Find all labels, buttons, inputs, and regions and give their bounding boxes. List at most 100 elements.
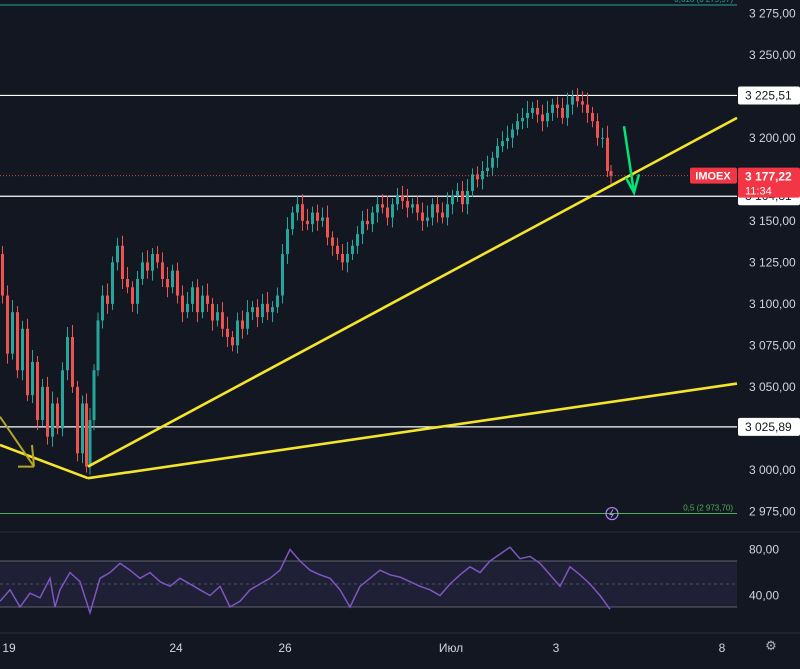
candle-body (591, 112, 594, 122)
candle-body (311, 212, 314, 225)
candle-body (96, 320, 100, 371)
candle-body (196, 287, 199, 313)
price-tick-label: 3 200,00 (749, 131, 796, 145)
chart-root[interactable]: 0,5 (2 973,70) 0,618 (3 279,97) 3 225,51 3 … (0, 0, 800, 664)
candle-body (126, 278, 129, 288)
candle-body (281, 254, 284, 296)
candle-body (6, 295, 9, 354)
candle-body (331, 237, 334, 246)
date-tick-label: 3 (553, 641, 560, 655)
candle-body (111, 262, 114, 304)
candle-body (56, 403, 59, 429)
candle-body (446, 204, 449, 218)
level-price-text: 3 025,89 (745, 420, 792, 434)
candle-body (491, 157, 494, 168)
candle-body (151, 254, 154, 271)
candle-body (361, 220, 364, 235)
candle-body (336, 245, 339, 255)
candle-body (216, 312, 219, 321)
candle-body (186, 303, 189, 313)
candle-body (266, 303, 269, 313)
candle-body (396, 195, 399, 205)
candle-body (426, 217, 429, 221)
candle-body (201, 295, 204, 313)
candle-body (136, 278, 139, 304)
candle-body (436, 204, 439, 213)
price-tick-label: 3 275,00 (749, 6, 796, 20)
candle-body (276, 295, 279, 308)
candle-body (291, 212, 294, 230)
candle-body (256, 307, 259, 318)
candle-body (496, 146, 499, 158)
gear-icon[interactable]: ⚙ (764, 640, 778, 654)
candle-body (456, 190, 459, 196)
candle-body (85, 403, 88, 467)
candle-body (46, 386, 49, 437)
candle-body (461, 190, 464, 205)
candle-body (566, 104, 569, 118)
candle-body (371, 212, 374, 225)
candle-body (556, 104, 559, 108)
candle-body (166, 278, 169, 288)
candle-body (1, 254, 4, 296)
candle-body (81, 403, 84, 454)
candle-body (411, 204, 414, 208)
candle-body (401, 195, 404, 201)
candle-body (156, 254, 159, 263)
candle-body (226, 328, 229, 338)
candle-body (516, 121, 519, 130)
candle-body (561, 107, 564, 118)
candle-body (141, 262, 144, 279)
candle-body (601, 137, 604, 139)
candle-body (171, 270, 174, 288)
candle-body (71, 337, 74, 387)
symbol-text: IMOEX (695, 171, 731, 183)
candle-body (61, 370, 64, 429)
candle-body (341, 254, 344, 263)
candle-body (241, 320, 244, 329)
candle-body (296, 204, 299, 213)
candle-body (609, 171, 613, 176)
date-tick-label: 19 (2, 641, 16, 655)
candle-body (161, 262, 164, 279)
candle-body (521, 117, 524, 122)
candle-body (406, 200, 409, 208)
candle-body (231, 337, 234, 346)
candle-body (271, 307, 274, 313)
price-tick-label: 3 100,00 (749, 297, 796, 311)
candle-body (321, 217, 324, 221)
chart-svg[interactable]: 0,5 (2 973,70) 0,618 (3 279,97) 3 225,51 3 … (0, 0, 800, 664)
date-tick-label: Июл (439, 641, 463, 655)
date-tick-label: 26 (278, 641, 292, 655)
candle-body (261, 303, 264, 318)
candle-body (421, 212, 424, 221)
date-tick-label: 8 (719, 641, 726, 655)
candle-body (526, 112, 529, 118)
candle-body (181, 295, 184, 313)
candle-body (11, 312, 14, 354)
candle-body (366, 220, 369, 225)
candle-body (31, 361, 34, 396)
candle-body (101, 295, 104, 321)
candle-body (191, 287, 194, 304)
candle-body (116, 245, 119, 263)
rsi-tick-label: 80,00 (749, 543, 779, 557)
candle-body (606, 137, 609, 172)
candle-body (92, 370, 96, 421)
candle-body (381, 204, 384, 208)
candle-body (501, 141, 504, 147)
price-tick-label: 2 975,00 (749, 504, 796, 518)
candle-body (16, 312, 19, 371)
candle-body (236, 320, 239, 346)
candle-body (506, 137, 509, 142)
price-tick-label: 3 050,00 (749, 380, 796, 394)
candle-body (356, 234, 359, 246)
candle-body (416, 204, 419, 213)
candle-body (301, 204, 304, 221)
candle-body (536, 107, 539, 115)
candle-body (451, 195, 454, 205)
candle-body (581, 101, 584, 105)
candle-body (541, 114, 544, 122)
candle-body (286, 229, 289, 255)
rsi-tick-label: 40,00 (749, 589, 779, 603)
